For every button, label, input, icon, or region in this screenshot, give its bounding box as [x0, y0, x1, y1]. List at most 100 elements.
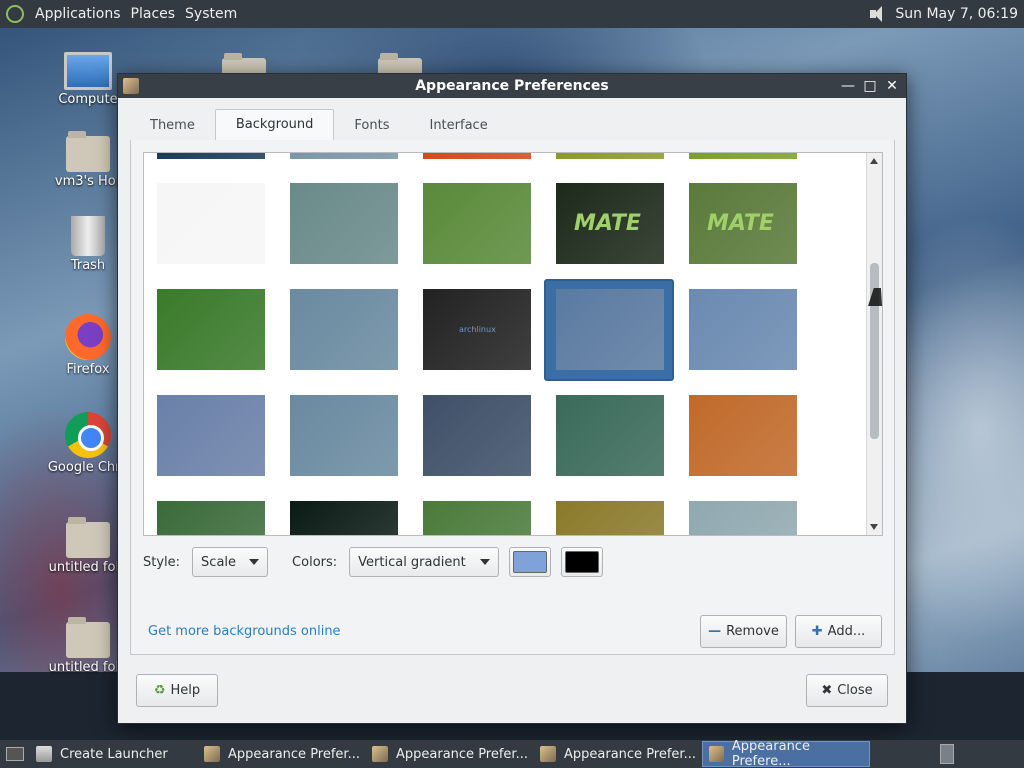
desktop-icon-label: untitled fold: [48, 560, 128, 575]
desktop-icon-label: vm3's Hor: [54, 174, 122, 189]
secondary-color-swatch: [565, 551, 600, 573]
primary-color-swatch: [513, 551, 548, 573]
taskbar-item-label: Appearance Prefer...: [228, 746, 360, 762]
secondary-color-button[interactable]: [561, 547, 604, 577]
folder-icon: [66, 517, 110, 558]
arch-logo-text: archlinux: [459, 325, 496, 334]
mate-logo-icon[interactable]: [6, 5, 24, 23]
background-thumbnail[interactable]: [689, 501, 797, 535]
tab-fonts[interactable]: Fonts: [334, 111, 409, 140]
minus-icon: —: [708, 624, 722, 639]
background-thumbnail[interactable]: [423, 183, 531, 264]
desktop-icon-label: untitled fold: [48, 660, 128, 675]
dropdown-arrow-icon: [249, 559, 260, 565]
background-thumbnail[interactable]: [290, 183, 398, 264]
colors-label: Colors:: [292, 554, 338, 570]
clock[interactable]: Sun May 7, 06:19: [895, 6, 1024, 22]
background-thumbnail[interactable]: [157, 501, 265, 535]
bottom-panel: Create Launcher Appearance Prefer... App…: [0, 739, 1024, 768]
background-thumbnail[interactable]: [157, 395, 265, 476]
background-thumbnail[interactable]: [423, 153, 531, 159]
background-thumbnail[interactable]: [290, 501, 398, 535]
help-label: Help: [170, 683, 201, 698]
background-thumbnail[interactable]: MATE: [556, 183, 664, 264]
launcher-icon: [36, 746, 52, 762]
dropdown-arrow-icon: [480, 559, 491, 565]
menu-applications[interactable]: Applications: [30, 6, 126, 22]
scroll-down-arrow-icon[interactable]: [870, 524, 878, 530]
style-combo[interactable]: Scale: [192, 547, 269, 577]
background-thumbnail[interactable]: [290, 289, 398, 370]
desktop-icon-label: Trash: [70, 258, 106, 273]
scroll-up-arrow-icon[interactable]: [870, 158, 878, 164]
taskbar-item-create-launcher[interactable]: Create Launcher: [30, 741, 198, 767]
plus-icon: ✚: [811, 624, 823, 639]
tab-theme[interactable]: Theme: [130, 111, 215, 140]
background-thumbnail[interactable]: [556, 289, 664, 370]
background-thumbnail[interactable]: [689, 289, 797, 370]
trash-icon: [71, 216, 105, 256]
remove-button[interactable]: — Remove: [700, 615, 787, 648]
background-thumbnail[interactable]: [556, 501, 664, 535]
background-thumbnail[interactable]: [157, 153, 265, 159]
menu-places[interactable]: Places: [126, 6, 181, 22]
colors-combo[interactable]: Vertical gradient: [349, 547, 500, 577]
maximize-button[interactable]: □: [862, 78, 878, 94]
appearance-app-icon: [123, 78, 139, 94]
firefox-icon: [65, 314, 111, 360]
appearance-app-icon: [540, 746, 556, 762]
background-thumbnail[interactable]: [689, 153, 797, 159]
primary-color-button[interactable]: [509, 547, 552, 577]
desktop-icon-label: Firefox: [66, 362, 110, 377]
chrome-icon: [65, 412, 111, 458]
window-titlebar[interactable]: Appearance Preferences — □ ✕: [118, 74, 906, 98]
tab-background[interactable]: Background: [214, 109, 335, 141]
background-thumbnail[interactable]: [556, 395, 664, 476]
taskbar-item-appearance-4[interactable]: Appearance Prefere...: [702, 739, 870, 768]
taskbar-item-appearance-1[interactable]: Appearance Prefer...: [198, 741, 366, 767]
tab-interface[interactable]: Interface: [409, 111, 507, 140]
background-thumbnail[interactable]: [157, 183, 265, 264]
add-label: Add...: [827, 624, 866, 639]
home-folder-icon: [66, 131, 110, 172]
taskbar-item-label: Appearance Prefere...: [731, 739, 810, 768]
minimize-button[interactable]: —: [840, 78, 856, 94]
taskbar-item-appearance-2[interactable]: Appearance Prefer...: [366, 741, 534, 767]
mate-logo-text: MATE: [707, 211, 774, 236]
close-window-button[interactable]: ✕: [884, 78, 900, 94]
workspace-switcher[interactable]: [940, 744, 954, 764]
gallery-scrollbar[interactable]: [866, 153, 882, 535]
taskbar-item-label: Appearance Prefer...: [564, 746, 696, 762]
background-thumbnail[interactable]: [157, 289, 265, 370]
window-title: Appearance Preferences: [415, 78, 609, 94]
help-button[interactable]: ♻ Help: [136, 674, 218, 707]
background-thumbnail[interactable]: [290, 153, 398, 159]
background-thumbnail[interactable]: MATE: [689, 183, 797, 264]
taskbar-item-appearance-3[interactable]: Appearance Prefer...: [534, 741, 702, 767]
style-label: Style:: [143, 554, 181, 570]
close-button[interactable]: ✖ Close: [806, 674, 888, 707]
volume-icon[interactable]: [867, 4, 889, 24]
background-thumbnail[interactable]: [290, 395, 398, 476]
background-gallery[interactable]: MATE MATE archlinux: [143, 152, 883, 536]
taskbar-item-label: Create Launcher: [60, 746, 168, 762]
folder-icon: [66, 617, 110, 658]
background-thumbnail[interactable]: [423, 501, 531, 535]
help-icon: ♻: [153, 683, 166, 698]
desktop-icon-label: Compute: [58, 92, 118, 107]
background-thumbnail[interactable]: [556, 153, 664, 159]
appearance-app-icon: [204, 746, 220, 762]
appearance-app-icon: [709, 746, 724, 762]
taskbar-item-label: Appearance Prefer...: [396, 746, 528, 762]
add-button[interactable]: ✚ Add...: [795, 615, 882, 648]
more-backgrounds-link[interactable]: Get more backgrounds online: [148, 624, 341, 639]
menu-system[interactable]: System: [180, 6, 242, 22]
show-desktop-icon[interactable]: [6, 747, 24, 761]
thumbnail-grid: MATE MATE archlinux: [144, 153, 864, 535]
background-thumbnail[interactable]: [423, 395, 531, 476]
background-thumbnail[interactable]: archlinux: [423, 289, 531, 370]
remove-label: Remove: [726, 624, 779, 639]
mate-logo-text: MATE: [574, 211, 641, 236]
background-thumbnail[interactable]: [689, 395, 797, 476]
colors-value: Vertical gradient: [358, 554, 466, 570]
